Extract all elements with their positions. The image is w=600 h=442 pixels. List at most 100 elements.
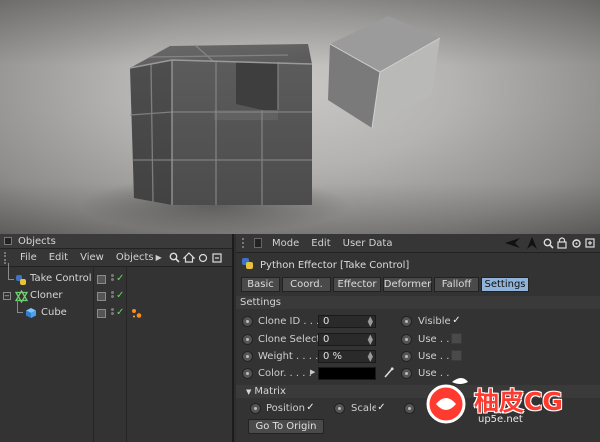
color-picker-icon[interactable] — [384, 367, 394, 381]
object-title-row: Python Effector [Take Control] — [236, 256, 600, 274]
watermark-url: up5e.net — [478, 414, 523, 425]
watermark-text: 柚皮CG — [474, 387, 563, 416]
go-to-origin-button[interactable]: Go To Origin — [248, 419, 324, 434]
weight-field[interactable]: 0 % ▲ ▼ — [318, 350, 376, 363]
clone-id-label: Clone ID . . . . — [258, 316, 326, 327]
tab-effector[interactable]: Effector — [333, 277, 381, 292]
object-row-cloner[interactable]: − Cloner ✓ — [0, 288, 232, 305]
use-label: Use . . — [418, 351, 450, 362]
clone-id-field[interactable]: 0 ▲ ▼ — [318, 315, 376, 328]
keyframe-radio[interactable] — [242, 368, 253, 379]
keyframe-radio[interactable] — [242, 351, 253, 362]
new-window-icon[interactable] — [210, 251, 224, 265]
objects-menubar: File Edit View Objects ▶ — [0, 249, 232, 267]
up-arrow-icon[interactable] — [523, 236, 541, 250]
lock-icon[interactable] — [555, 236, 569, 250]
tab-coord[interactable]: Coord. — [282, 277, 331, 292]
python-effector-icon — [241, 257, 254, 273]
objects-manager: Objects File Edit View Objects ▶ Take Co… — [0, 234, 234, 442]
texture-tag-icon[interactable] — [131, 308, 142, 322]
layer-tag-box[interactable] — [97, 275, 106, 284]
menu-user-data[interactable]: User Data — [337, 238, 399, 249]
visibility-dots[interactable] — [110, 291, 115, 300]
keyframe-radio[interactable] — [250, 403, 261, 414]
color-swatch[interactable] — [318, 367, 376, 380]
visibility-dots[interactable] — [110, 274, 115, 283]
layer-tag-box[interactable] — [97, 292, 106, 301]
keyframe-radio[interactable] — [401, 334, 412, 345]
object-name: Take Control — [30, 273, 92, 284]
collapse-toggle-icon[interactable]: − — [3, 292, 11, 300]
object-tree: Take Control ✓ − Cloner ✓ Cube ✓ — [0, 263, 232, 442]
visible-label: Visible — [418, 316, 451, 327]
object-title-text: Python Effector [Take Control] — [260, 259, 410, 271]
cube-notch — [236, 62, 278, 110]
watermark-logo — [426, 378, 468, 424]
use-checkbox[interactable] — [451, 333, 462, 344]
clone-select-field[interactable]: 0 ▲ ▼ — [318, 333, 376, 346]
keyframe-radio[interactable] — [242, 334, 253, 345]
position-checkbox[interactable]: ✓ — [305, 402, 316, 413]
color-label: Color. . . . . — [258, 368, 312, 379]
tree-line — [8, 263, 14, 280]
tree-line — [17, 297, 23, 313]
menu-mode[interactable]: Mode — [266, 238, 305, 249]
settings-icon[interactable] — [569, 236, 583, 250]
menu-more-arrow-icon[interactable]: ▶ — [156, 253, 162, 262]
object-row-take-control[interactable]: Take Control ✓ — [0, 263, 232, 288]
panel-handle-icon[interactable] — [254, 238, 262, 248]
menu-file[interactable]: File — [14, 252, 43, 263]
cube-icon — [25, 307, 37, 322]
menu-view[interactable]: View — [74, 252, 110, 263]
floating-cube — [328, 16, 441, 129]
spinner-arrows-icon[interactable]: ▲ ▼ — [368, 316, 373, 328]
home-icon[interactable] — [182, 251, 196, 265]
object-row-cube[interactable]: Cube ✓ — [0, 297, 232, 322]
tab-deformer[interactable]: Deformer — [383, 277, 432, 292]
visibility-dots[interactable] — [110, 308, 115, 317]
scale-checkbox[interactable]: ✓ — [376, 402, 387, 413]
panel-handle-icon[interactable] — [4, 251, 14, 264]
menu-edit[interactable]: Edit — [305, 238, 336, 249]
matrix-title-text: Matrix — [254, 386, 286, 397]
use-checkbox[interactable] — [451, 350, 462, 361]
render-viewport[interactable] — [0, 0, 600, 234]
tab-falloff[interactable]: Falloff — [434, 277, 479, 292]
weight-label: Weight . . . . . — [258, 351, 325, 362]
menu-objects[interactable]: Objects — [110, 252, 156, 263]
use-label: Use . . — [418, 334, 450, 345]
search-icon[interactable] — [541, 236, 555, 250]
position-label: Position — [266, 403, 305, 414]
object-name: Cloner — [30, 290, 63, 301]
tab-settings[interactable]: Settings — [481, 277, 529, 292]
objects-panel-title: Objects — [0, 234, 232, 249]
scene-render — [80, 16, 441, 233]
collapse-arrow-icon[interactable]: ▼ — [246, 388, 251, 396]
circle-icon[interactable] — [196, 251, 210, 265]
keyframe-radio[interactable] — [401, 351, 412, 362]
keyframe-radio[interactable] — [334, 403, 345, 414]
settings-section-header: Settings — [236, 296, 600, 309]
layer-tag-box[interactable] — [97, 309, 106, 318]
new-window-icon[interactable] — [583, 236, 597, 250]
enabled-check-icon[interactable]: ✓ — [116, 273, 124, 284]
spinner-arrows-icon[interactable]: ▲ ▼ — [368, 334, 373, 346]
panel-grip-icon[interactable] — [242, 238, 250, 248]
search-icon[interactable] — [168, 251, 182, 265]
keyframe-radio[interactable] — [242, 316, 253, 327]
keyframe-radio[interactable] — [401, 368, 412, 379]
enabled-check-icon[interactable]: ✓ — [116, 290, 124, 301]
object-name: Cube — [41, 307, 67, 318]
back-arrow-icon[interactable] — [503, 236, 523, 250]
keyframe-radio[interactable] — [404, 403, 415, 414]
color-expand-arrow-icon[interactable]: ▶ — [310, 368, 315, 376]
enabled-check-icon[interactable]: ✓ — [116, 307, 124, 318]
scale-label: Scale — [351, 403, 378, 414]
menu-edit[interactable]: Edit — [43, 252, 74, 263]
visible-checkbox[interactable]: ✓ — [451, 315, 462, 326]
panel-grip-icon[interactable] — [4, 237, 12, 245]
spinner-arrows-icon[interactable]: ▲ ▼ — [368, 351, 373, 363]
tab-basic[interactable]: Basic — [241, 277, 280, 292]
keyframe-radio[interactable] — [401, 316, 412, 327]
clone-select-label: Clone Select — [258, 334, 321, 345]
